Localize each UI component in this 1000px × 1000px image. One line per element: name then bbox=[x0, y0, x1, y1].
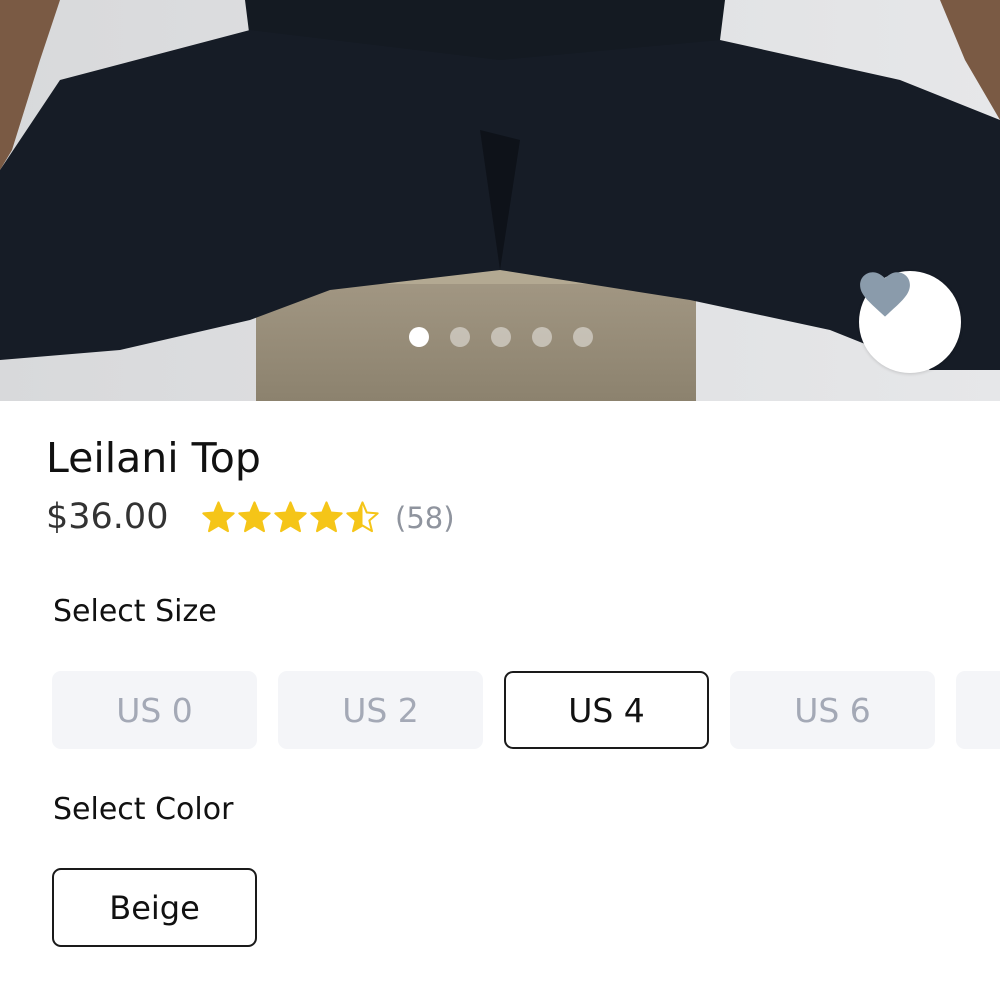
select-color-label: Select Color bbox=[53, 792, 234, 827]
star-icon bbox=[202, 501, 235, 533]
product-price: $36.00 bbox=[46, 497, 169, 537]
carousel-dot[interactable] bbox=[532, 327, 552, 347]
size-option-us-2[interactable]: US 2 bbox=[278, 671, 483, 749]
star-icon bbox=[346, 501, 379, 533]
size-option-us-4[interactable]: US 4 bbox=[504, 671, 709, 749]
carousel-dot[interactable] bbox=[450, 327, 470, 347]
color-option-beige[interactable]: Beige bbox=[52, 868, 257, 947]
size-option-us-0[interactable]: US 0 bbox=[52, 671, 257, 749]
carousel-dot[interactable] bbox=[409, 327, 429, 347]
star-icon bbox=[274, 501, 307, 533]
carousel-dot[interactable] bbox=[491, 327, 511, 347]
size-option-us-6[interactable]: US 6 bbox=[730, 671, 935, 749]
product-title: Leilani Top bbox=[46, 434, 261, 482]
favorite-button[interactable] bbox=[859, 271, 961, 373]
select-size-label: Select Size bbox=[53, 594, 217, 629]
carousel-dot[interactable] bbox=[573, 327, 593, 347]
size-options: US 0 US 2 US 4 US 6 bbox=[52, 671, 1000, 749]
size-option-next[interactable] bbox=[956, 671, 1000, 749]
rating-stars[interactable] bbox=[201, 498, 380, 536]
product-image[interactable] bbox=[0, 0, 1000, 401]
star-icon bbox=[310, 501, 343, 533]
heart-icon bbox=[860, 272, 910, 317]
carousel-dots[interactable] bbox=[409, 327, 593, 347]
review-count[interactable]: (58) bbox=[395, 498, 455, 538]
star-icon bbox=[238, 501, 271, 533]
